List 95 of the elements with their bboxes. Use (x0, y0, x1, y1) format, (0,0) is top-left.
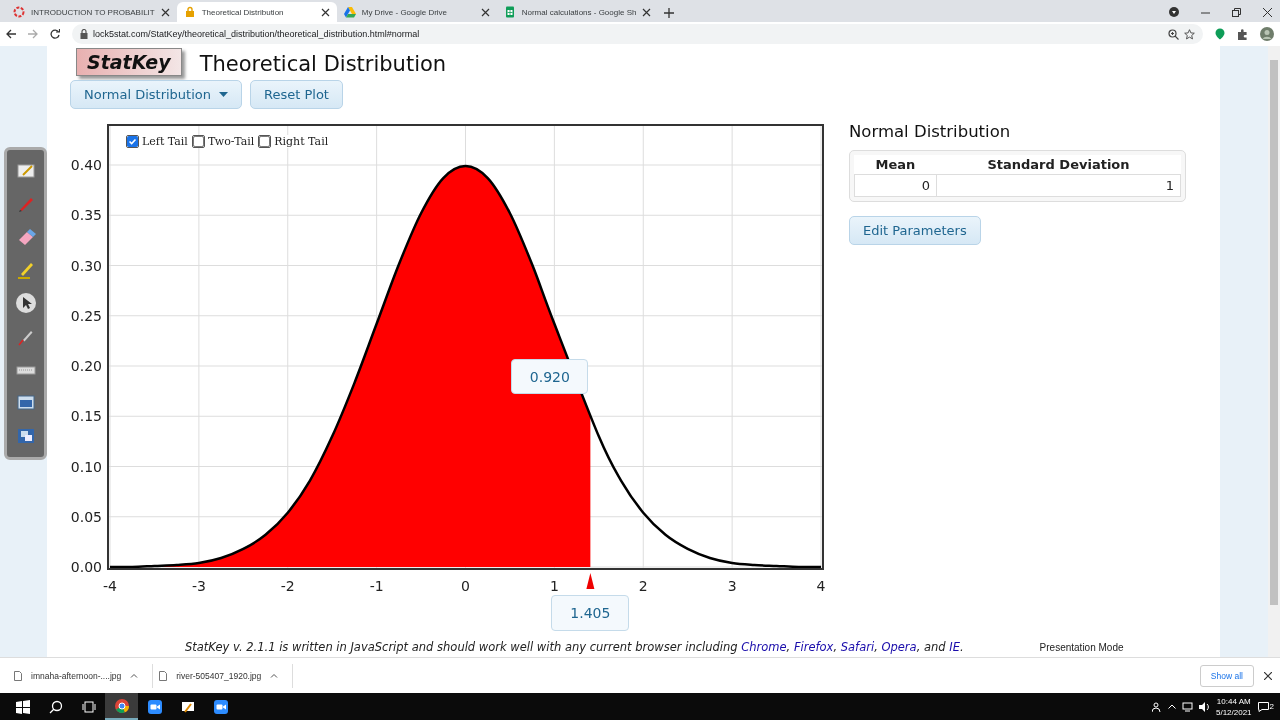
video-app-icon[interactable] (213, 699, 228, 714)
y-tick-label: 0.35 (70, 207, 102, 224)
media-control-icon[interactable] (1169, 7, 1179, 17)
browser-tab[interactable]: Normal calculations - Google Sh (496, 2, 659, 22)
chevron-up-icon[interactable] (1167, 704, 1176, 709)
zoom-icon[interactable] (1168, 28, 1179, 40)
file-name: river-505407_1920.jpg (176, 670, 262, 681)
scrollbar[interactable] (1268, 46, 1280, 657)
x-tick-label: 4 (816, 578, 826, 594)
volume-icon[interactable] (1198, 701, 1210, 712)
x-tick-label: -3 (191, 578, 206, 594)
close-icon[interactable] (642, 7, 652, 17)
x-tick-label: 1 (549, 578, 559, 594)
y-tick-label: 0.40 (70, 157, 102, 173)
back-icon[interactable] (6, 29, 16, 39)
file-icon (14, 670, 22, 681)
globe-icon (13, 6, 25, 18)
x-tick-label: 0 (461, 578, 470, 594)
forward-icon (28, 29, 38, 39)
clock-date[interactable]: 5/12/2021 (1215, 706, 1252, 718)
show-all-button[interactable]: Show all (1199, 664, 1254, 687)
panel-title: Normal Distribution (849, 122, 1011, 141)
close-icon[interactable] (1263, 7, 1272, 17)
network-icon[interactable] (1181, 701, 1193, 712)
file-icon (159, 670, 168, 681)
browser-tab[interactable]: My Drive - Google Drive (336, 2, 497, 22)
browser-tab[interactable]: INTRODUCTION TO PROBABILIT (6, 2, 177, 22)
address-bar[interactable]: lock5stat.com/StatKey/theoretical_distribution/theoretical_distribution.html#normal (72, 24, 1203, 44)
close-icon[interactable] (1264, 671, 1272, 680)
new-tab-icon[interactable] (664, 8, 675, 18)
highlighter-icon[interactable] (15, 260, 36, 281)
x-tick-label: -2 (280, 578, 295, 594)
page-heading: Theoretical Distribution (199, 52, 447, 76)
close-icon[interactable] (160, 7, 170, 17)
link[interactable]: Chrome (741, 640, 787, 654)
y-tick-label: 0.00 (70, 559, 102, 575)
x-tick-label: -1 (369, 578, 384, 594)
notifications-button[interactable]: 2 (1257, 701, 1274, 712)
lock-icon (80, 29, 88, 39)
avatar-icon[interactable] (1260, 27, 1274, 41)
extension-icon[interactable] (1215, 28, 1225, 40)
star-icon[interactable] (1184, 28, 1195, 40)
footer-note: StatKey v. 2.1.1 is written in JavaScript and should work well with any current browser including Chrome, Firefox, Safari, Opera, and IE. (185, 640, 964, 654)
caret-icon (219, 92, 228, 97)
tail-area-label: 0.920 (511, 359, 589, 394)
cutoff-value-box[interactable]: 1.405 (551, 595, 630, 631)
download-item[interactable]: river-505407_1920.jpg (153, 663, 294, 688)
link[interactable]: Firefox (793, 640, 834, 654)
clock-time[interactable]: 10:44 AM (1216, 695, 1251, 707)
download-item[interactable]: imnaha-afternoon-....jpg (8, 663, 154, 688)
whiteboard-icon[interactable] (180, 699, 195, 714)
cutoff-handle[interactable] (586, 573, 595, 589)
message-icon (1257, 701, 1269, 712)
y-tick-label: 0.15 (70, 408, 102, 425)
video-app-icon[interactable] (147, 699, 162, 714)
people-icon[interactable] (1151, 701, 1162, 712)
file-name: imnaha-afternoon-....jpg (31, 670, 122, 681)
browser-tab[interactable]: Theoretical Distribution (176, 2, 337, 22)
x-tick-label: 2 (638, 578, 648, 594)
x-tick-label: 3 (727, 578, 737, 594)
close-icon[interactable] (320, 7, 330, 17)
edit-parameters-button[interactable]: Edit Parameters (849, 216, 981, 245)
table-cell: 0 (854, 174, 937, 197)
link[interactable]: Opera (881, 640, 917, 654)
checkbox[interactable] (258, 135, 272, 148)
spreadsheet-icon (503, 6, 516, 18)
search-icon[interactable] (48, 699, 63, 714)
table-cell: 1 (936, 174, 1181, 197)
column-header: Standard Deviation (936, 155, 1181, 175)
link[interactable]: IE (949, 640, 960, 654)
url-text: lock5stat.com/StatKey/theoretical_distribution/theoretical_distribution.html#normal (93, 29, 421, 39)
y-tick-label: 0.25 (70, 307, 102, 324)
distribution-dropdown[interactable]: Normal Distribution (70, 80, 242, 109)
close-icon[interactable] (480, 7, 490, 17)
y-tick-label: 0.20 (70, 358, 102, 374)
y-tick-label: 0.30 (70, 257, 102, 274)
restore-icon[interactable] (1232, 7, 1241, 17)
y-tick-label: 0.10 (70, 458, 102, 475)
puzzle-icon[interactable] (1237, 28, 1248, 40)
browser-icon[interactable] (114, 698, 129, 713)
logo[interactable]: StatKey (76, 48, 182, 76)
y-tick-label: 0.05 (70, 508, 102, 525)
checkbox[interactable] (126, 135, 139, 148)
reload-icon[interactable] (50, 29, 60, 39)
start-icon[interactable] (15, 699, 30, 714)
link[interactable]: Safari (840, 640, 875, 654)
scrollbar-thumb[interactable] (1270, 60, 1278, 605)
lock-icon (183, 6, 196, 18)
pointer-icon[interactable] (15, 293, 36, 314)
x-tick-label: -4 (103, 578, 117, 594)
presentation-mode-link[interactable]: Presentation Mode (1039, 641, 1124, 653)
reset-plot-button[interactable]: Reset Plot (250, 80, 343, 109)
triangle-logo-icon (343, 6, 356, 18)
column-header: Mean (854, 155, 937, 175)
task-view-icon[interactable] (81, 699, 96, 714)
